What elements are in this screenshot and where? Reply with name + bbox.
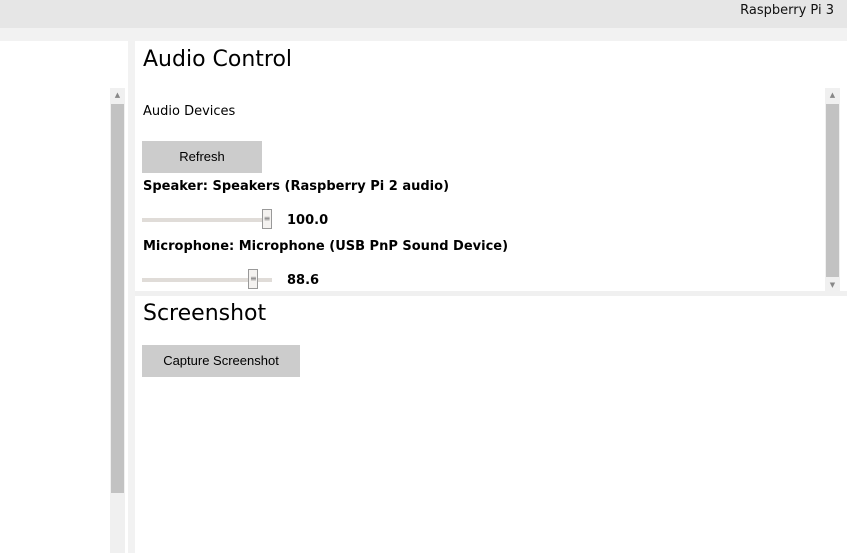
scroll-thumb[interactable] xyxy=(826,104,839,277)
slider-thumb[interactable]: ≡ xyxy=(262,209,272,229)
slider-thumb[interactable]: ≡ xyxy=(248,269,259,289)
audio-devices-label: Audio Devices xyxy=(143,104,236,119)
refresh-button[interactable]: Refresh xyxy=(142,141,262,173)
scroll-thumb[interactable] xyxy=(111,104,124,493)
speaker-label: Speaker: Speakers (Raspberry Pi 2 audio) xyxy=(143,179,450,194)
speaker-volume-slider[interactable]: ≡ xyxy=(142,209,272,231)
section-divider xyxy=(135,291,847,296)
scroll-up-icon[interactable]: ▲ xyxy=(110,88,125,102)
capture-screenshot-button[interactable]: Capture Screenshot xyxy=(142,345,300,377)
microphone-volume-slider[interactable]: ≡ xyxy=(142,269,272,289)
device-name: Raspberry Pi 3 xyxy=(740,3,834,18)
slider-track xyxy=(142,218,272,222)
left-scrollbar[interactable]: ▲ xyxy=(110,88,125,553)
microphone-volume-value: 88.6 xyxy=(287,273,320,288)
title-bar: Raspberry Pi 3 xyxy=(0,0,847,28)
scroll-down-icon[interactable]: ▼ xyxy=(825,278,840,292)
microphone-label: Microphone: Microphone (USB PnP Sound De… xyxy=(143,239,509,254)
speaker-volume-value: 100.0 xyxy=(287,213,329,228)
main-pane xyxy=(135,41,847,553)
scroll-up-icon[interactable]: ▲ xyxy=(825,88,840,102)
audio-title: Audio Control xyxy=(143,47,293,72)
left-pane xyxy=(0,41,128,553)
audio-scrollbar[interactable]: ▲ ▼ xyxy=(825,88,840,292)
screenshot-title: Screenshot xyxy=(143,301,267,326)
